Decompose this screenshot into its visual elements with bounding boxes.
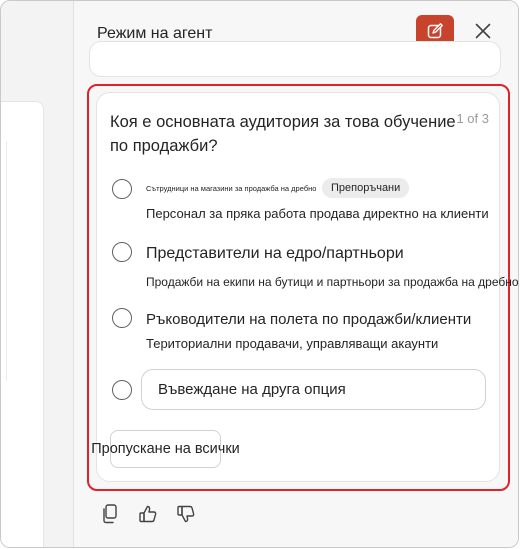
question-text: Коя е основната аудитория за това обучен… <box>110 113 456 155</box>
option-radio-wholesale[interactable] <box>112 242 132 262</box>
option-title-field-managers: Ръководители на полета по продажби/клиен… <box>146 311 472 328</box>
document-area <box>1 1 74 547</box>
option-description-retail: Персонал за пряка работа продава директн… <box>146 206 489 221</box>
option-description-wholesale: Продажби на екипи на бутици и партньори … <box>146 275 519 289</box>
document-page <box>1 101 44 547</box>
option-radio-field-managers[interactable] <box>112 308 132 328</box>
thumbs-up-icon <box>138 504 158 529</box>
question-counter: 1 of 3 <box>456 111 489 126</box>
option-radio-retail[interactable] <box>112 179 132 199</box>
recommended-badge: Препоръчани <box>322 178 410 198</box>
other-option-input[interactable] <box>141 369 486 410</box>
copy-button[interactable] <box>99 503 121 529</box>
document-margin <box>1 141 7 381</box>
option-description-field-managers: Териториални продавачи, управляващи акау… <box>146 336 439 351</box>
dislike-button[interactable] <box>175 505 197 527</box>
previous-message-card <box>89 41 501 77</box>
option-radio-other[interactable] <box>112 380 132 400</box>
option-title-wholesale: Представители на едро/партньори <box>146 245 404 262</box>
copy-icon <box>101 503 119 529</box>
thumbs-down-icon <box>176 504 196 529</box>
option-title-retail: Сътрудници на магазини за продажба на др… <box>146 184 317 193</box>
skip-all-button[interactable]: Пропускане на всички <box>91 430 240 468</box>
like-button[interactable] <box>137 505 159 527</box>
